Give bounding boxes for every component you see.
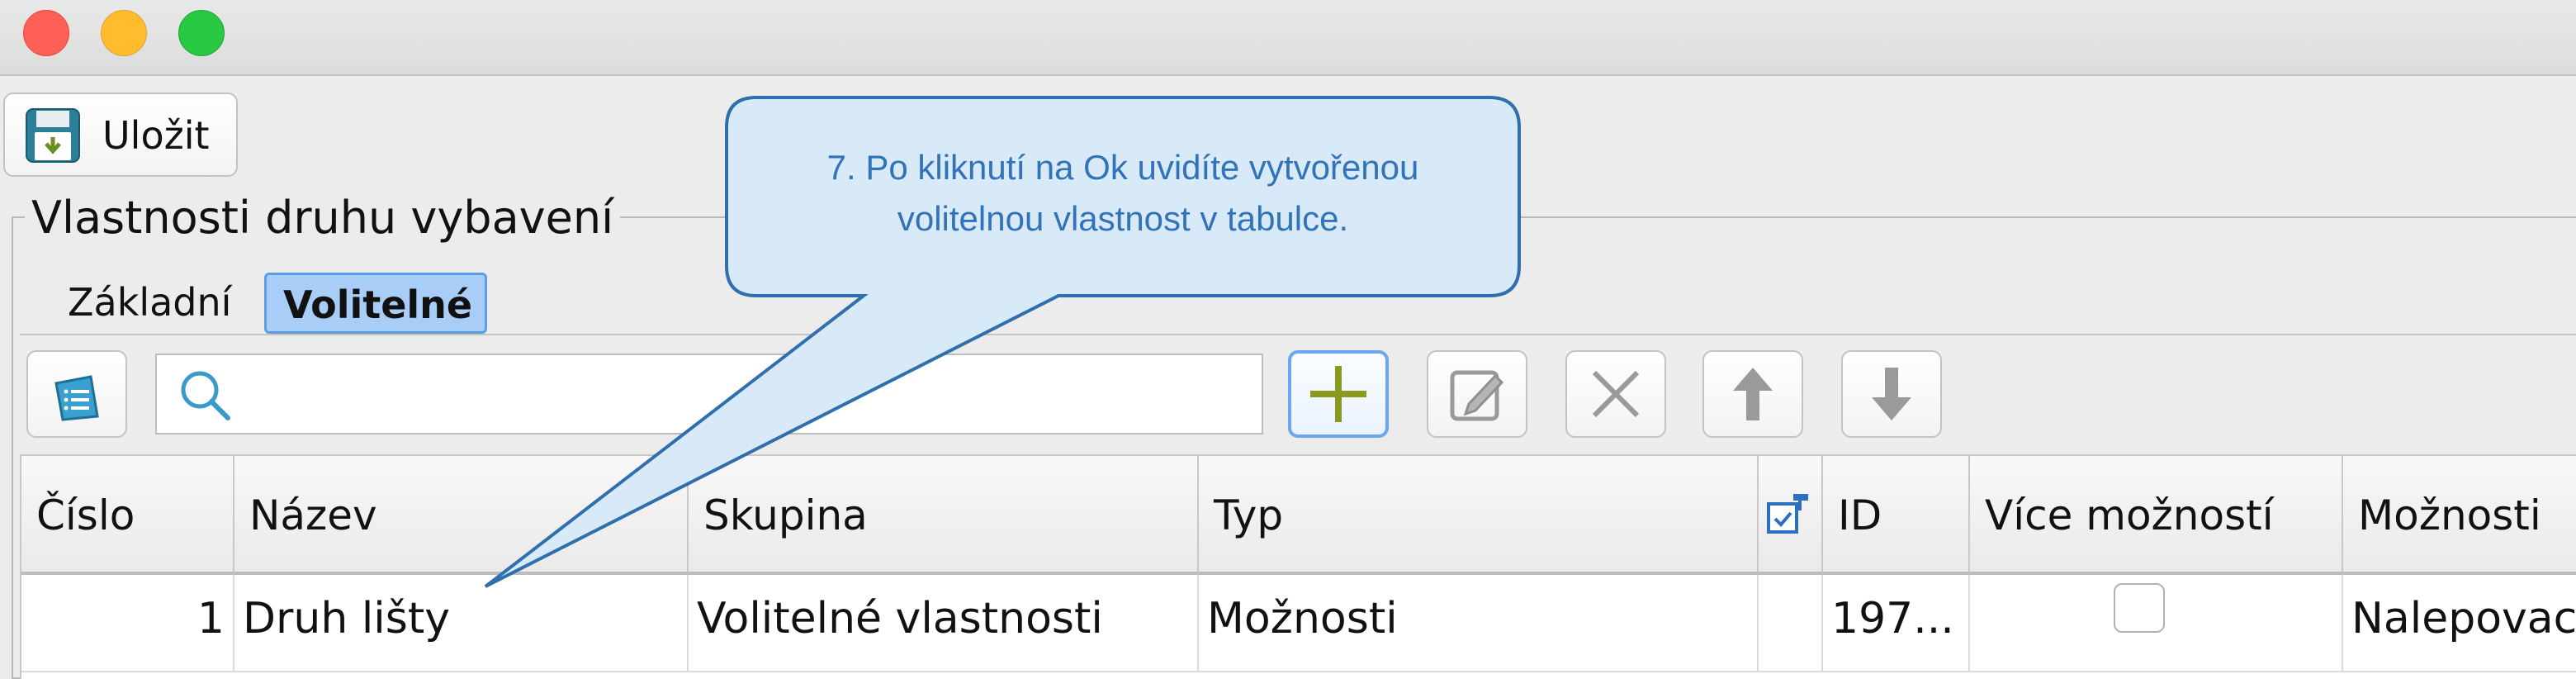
callout-text: 7. Po kliknutí na Ok uvidíte vytvořenou … [727,142,1519,245]
group-title: Vlastnosti druhu vybavení [25,192,621,245]
column-header-cislo[interactable]: Číslo [21,456,234,575]
move-up-button[interactable] [1702,350,1803,438]
list-button[interactable] [26,350,127,438]
tabs-divider [20,334,2576,335]
search-icon [181,371,230,420]
cell-id[interactable]: 197... [1823,575,1970,672]
edit-button[interactable] [1427,350,1527,438]
minimize-window-button[interactable] [101,10,147,56]
search-field[interactable] [155,354,1263,434]
cell-settings [1759,575,1823,672]
column-header-vice-moznosti[interactable]: Více možností [1970,456,2343,575]
tab-basic[interactable]: Základní [68,273,231,334]
list-icon [54,375,99,421]
column-header-nazev[interactable]: Název [234,456,689,575]
window-titlebar [0,0,2576,76]
cell-vice-moznosti[interactable] [1970,575,2343,672]
column-header-settings[interactable] [1759,456,1823,575]
edit-icon [1450,370,1504,421]
column-settings-icon [1767,494,1808,534]
delete-button[interactable] [1565,350,1666,438]
arrow-down-icon [1872,368,1911,420]
callout-line-2: volitelnou vlastnost v tabulce. [897,199,1349,238]
tab-optional[interactable]: Volitelné [264,273,487,334]
column-header-id[interactable]: ID [1823,456,1970,575]
plus-icon [1310,366,1366,422]
properties-table: Číslo Název Skupina Typ ID Více možností… [20,454,2576,679]
save-button-label: Uložit [102,113,210,158]
add-button[interactable] [1288,350,1389,438]
cell-nazev[interactable]: Druh lišty [234,575,689,672]
floppy-disk-icon [26,108,80,163]
cell-typ[interactable]: Možnosti [1199,575,1759,672]
vice-moznosti-checkbox[interactable] [2114,583,2165,633]
column-header-typ[interactable]: Typ [1199,456,1759,575]
cell-skupina[interactable]: Volitelné vlastnosti [689,575,1199,672]
save-button[interactable]: Uložit [3,93,238,177]
zoom-window-button[interactable] [178,10,225,56]
column-header-moznosti[interactable]: Možnosti [2343,456,2576,575]
x-icon [1592,370,1640,418]
close-window-button[interactable] [23,10,69,56]
column-header-skupina[interactable]: Skupina [689,456,1199,575]
callout-line-1: 7. Po kliknutí na Ok uvidíte vytvořenou [826,148,1419,187]
cell-moznosti[interactable]: Nalepovac [2343,575,2576,672]
move-down-button[interactable] [1841,350,1942,438]
search-input[interactable] [248,362,1242,428]
arrow-up-icon [1733,368,1773,420]
cell-cislo[interactable]: 1 [21,575,234,672]
